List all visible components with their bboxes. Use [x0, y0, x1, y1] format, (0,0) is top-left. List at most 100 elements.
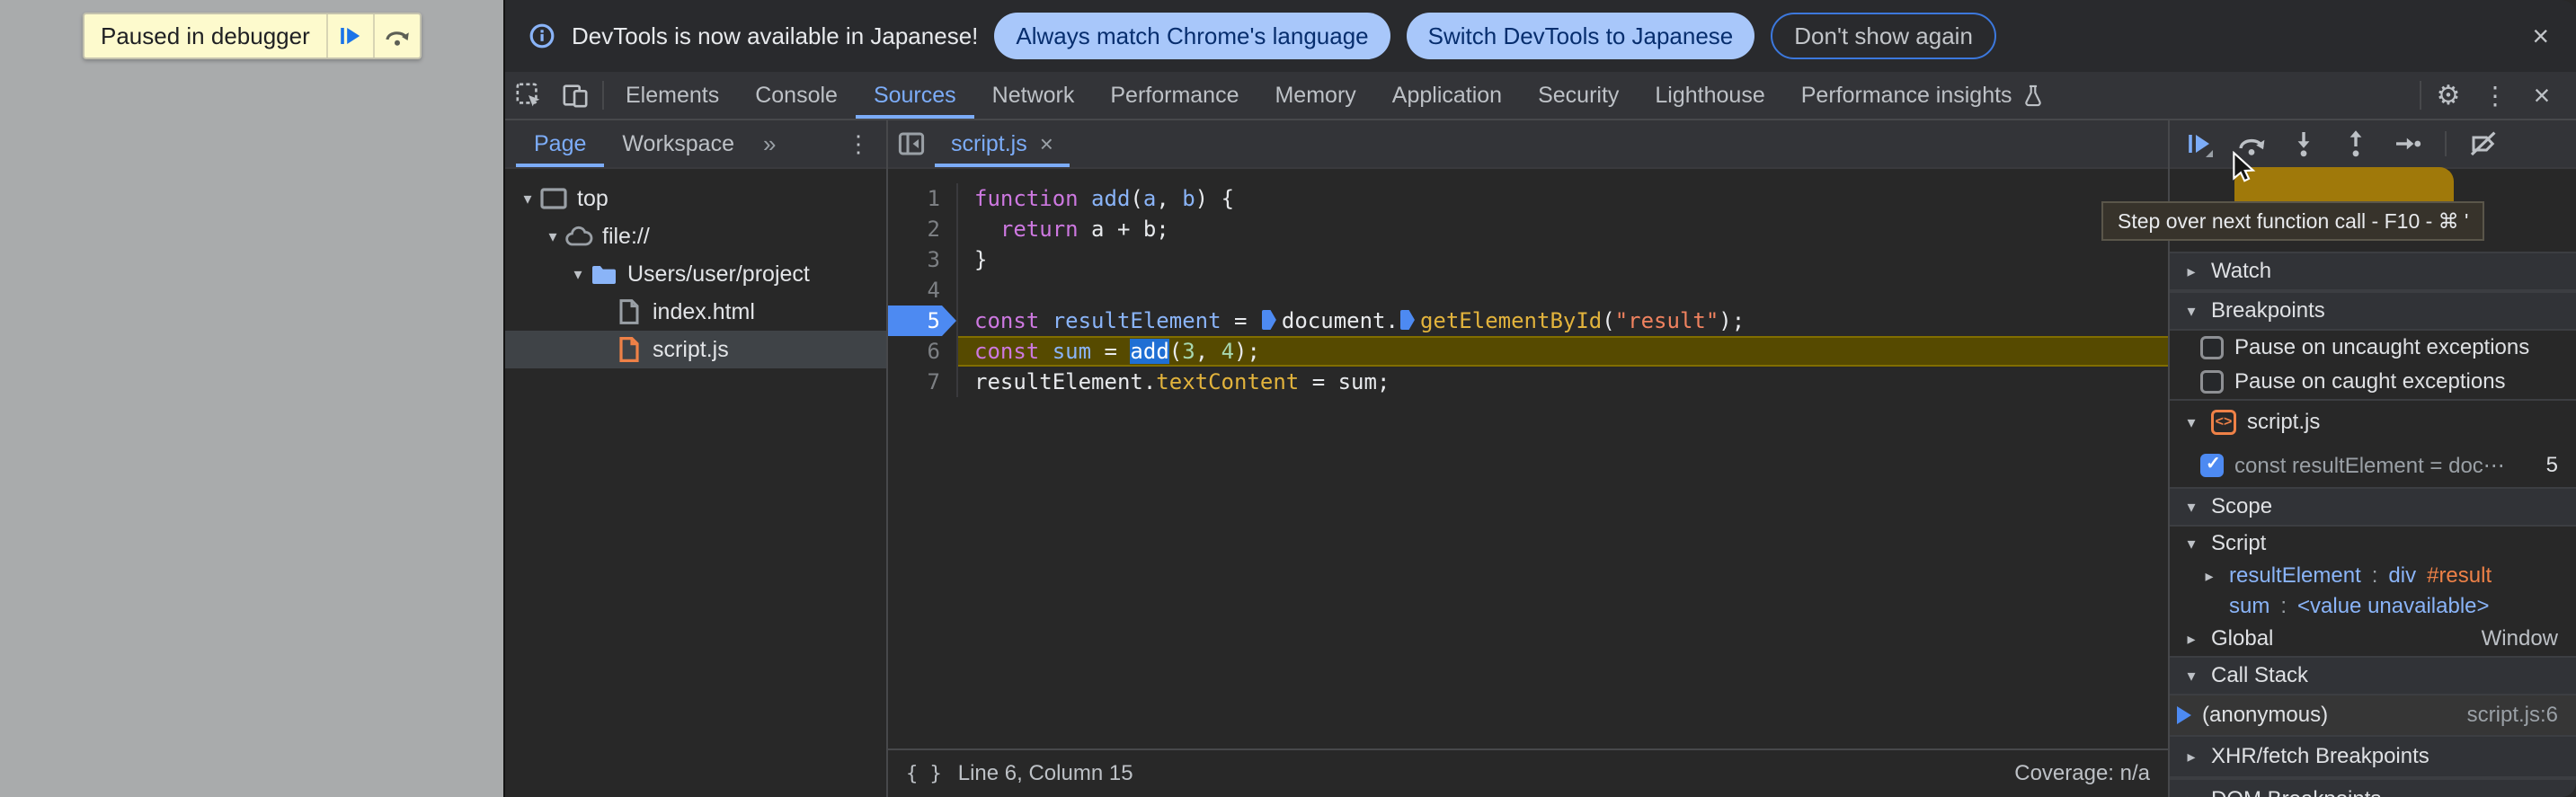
- code-line-2[interactable]: 2 return a + b;: [888, 214, 2168, 244]
- tab-security[interactable]: Security: [1520, 72, 1637, 119]
- call-stack-frame[interactable]: (anonymous) script.js:6: [2170, 695, 2576, 735]
- tab-performance-insights[interactable]: Performance insights: [1783, 72, 2063, 119]
- hide-navigator-icon[interactable]: [888, 120, 935, 167]
- close-tab-icon[interactable]: ×: [1040, 130, 1053, 158]
- code-line-3[interactable]: 3}: [888, 244, 2168, 275]
- resume-script-icon[interactable]: [2184, 128, 2215, 159]
- breakpoint-entry[interactable]: const resultElement = doc⋯ 5: [2170, 444, 2576, 487]
- resume-script-button[interactable]: [325, 14, 373, 58]
- pretty-print-icon[interactable]: { }: [906, 763, 942, 785]
- step-out-icon[interactable]: [2341, 128, 2371, 159]
- settings-gear-icon[interactable]: ⚙: [2425, 72, 2472, 119]
- line-number[interactable]: 7: [888, 367, 956, 397]
- editor-tab-script-js[interactable]: script.js ×: [935, 120, 1070, 167]
- line-number[interactable]: 3: [888, 244, 956, 275]
- breakpoint-checkbox[interactable]: [2200, 452, 2224, 477]
- tab-network[interactable]: Network: [974, 72, 1093, 119]
- tab-application[interactable]: Application: [1374, 72, 1520, 119]
- section-dom-breakpoints[interactable]: ▸ DOM Breakpoints: [2170, 778, 2576, 797]
- file-tree: ▾ top ▾ file:// ▾ Users/user/project index.htm…: [505, 169, 886, 368]
- breakpoint-marker[interactable]: 5: [888, 306, 956, 336]
- devtools-main-toolbar: Elements Console Sources Network Performance…: [505, 72, 2576, 120]
- tab-performance[interactable]: Performance: [1092, 72, 1257, 119]
- tree-item-index-html[interactable]: index.html: [505, 293, 886, 331]
- chevron-down-icon: ▾: [2187, 534, 2196, 553]
- scope-var-resultelement[interactable]: ▸ resultElement: div #result: [2170, 561, 2576, 591]
- section-breakpoints[interactable]: ▾ Breakpoints: [2170, 291, 2576, 331]
- breakpoint-file-group[interactable]: ▾ <> script.js: [2170, 401, 2576, 444]
- chevron-down-icon[interactable]: ▾: [516, 190, 539, 208]
- tab-page[interactable]: Page: [516, 120, 604, 167]
- chevron-right-icon: ▸: [2205, 566, 2214, 585]
- close-devtools-icon[interactable]: ×: [2518, 72, 2565, 119]
- code-token: return: [999, 217, 1079, 242]
- chevron-down-icon[interactable]: ▾: [566, 265, 590, 284]
- code-token: textContent: [1156, 369, 1300, 394]
- step-into-icon[interactable]: [2288, 128, 2319, 159]
- tab-lighthouse[interactable]: Lighthouse: [1637, 72, 1782, 119]
- line-number[interactable]: 1: [888, 183, 956, 214]
- script-file-icon: <>: [2211, 410, 2236, 435]
- section-label: Call Stack: [2211, 663, 2309, 687]
- breakpoint-snippet: const resultElement = doc⋯: [2234, 453, 2505, 478]
- tree-item-top[interactable]: ▾ top: [505, 180, 886, 217]
- scope-var-sum[interactable]: sum: <value unavailable>: [2170, 591, 2576, 622]
- tree-item-users-user-project[interactable]: ▾ Users/user/project: [505, 255, 886, 293]
- tab-workspace[interactable]: Workspace: [604, 120, 752, 167]
- section-label: Scope: [2211, 494, 2273, 518]
- line-number[interactable]: 2: [888, 214, 956, 244]
- sources-panel: Page Workspace » ⋮ ▾ top ▾ file:// ▾ Users/us…: [505, 120, 2576, 797]
- step-over-icon: [385, 24, 410, 48]
- tree-item-script-js[interactable]: script.js: [505, 331, 886, 368]
- var-value: <value unavailable>: [2297, 594, 2490, 618]
- code-line-4[interactable]: 4: [888, 275, 2168, 306]
- more-options-icon[interactable]: ⋮: [2472, 72, 2518, 119]
- line-number[interactable]: 4: [888, 275, 956, 306]
- checkbox-caught[interactable]: [2200, 370, 2224, 394]
- more-tabs-icon[interactable]: »: [752, 120, 786, 167]
- code-line-7[interactable]: 7 resultElement.textContent = sum;: [888, 367, 2168, 397]
- language-infobar: DevTools is now available in Japanese! A…: [505, 0, 2576, 72]
- scope-global-group[interactable]: ▸ Global Window: [2170, 622, 2576, 656]
- chevron-down-icon[interactable]: ▾: [541, 227, 564, 246]
- inspect-element-icon[interactable]: [505, 72, 552, 119]
- coverage-status: Coverage: n/a: [2014, 761, 2150, 785]
- chevron-down-icon: ▾: [2187, 412, 2196, 431]
- tab-sources[interactable]: Sources: [856, 72, 974, 119]
- code-token: (: [1130, 186, 1143, 211]
- tree-item-file-[interactable]: ▾ file://: [505, 217, 886, 255]
- navigator-tabs: Page Workspace » ⋮: [505, 120, 886, 169]
- code-line-5[interactable]: 5 const resultElement = document. getEleme…: [888, 306, 2168, 336]
- checkbox-uncaught[interactable]: [2200, 336, 2224, 359]
- section-watch[interactable]: ▸ Watch: [2170, 252, 2576, 291]
- switch-to-japanese-button[interactable]: Switch DevTools to Japanese: [1406, 13, 1755, 59]
- line-number[interactable]: 6: [888, 336, 956, 367]
- code-line-1[interactable]: 1 function add(a, b) {: [888, 183, 2168, 214]
- tab-elements[interactable]: Elements: [608, 72, 737, 119]
- tab-label: Network: [991, 82, 1075, 108]
- scope-script-group[interactable]: ▾ Script: [2170, 527, 2576, 561]
- tab-memory[interactable]: Memory: [1257, 72, 1373, 119]
- section-call-stack[interactable]: ▾ Call Stack: [2170, 656, 2576, 695]
- navigator-menu-icon[interactable]: ⋮: [831, 120, 886, 167]
- toolbar-divider: [602, 81, 604, 110]
- tab-label: Memory: [1275, 82, 1356, 108]
- code-editor[interactable]: 1 function add(a, b) {2 return a + b; 3} 4 5…: [888, 169, 2168, 748]
- code-line-6[interactable]: 6 const sum = add(3, 4);: [888, 336, 2168, 367]
- tab-console[interactable]: Console: [737, 72, 856, 119]
- selected-token: add: [1130, 339, 1169, 364]
- code-token: =: [1091, 339, 1131, 364]
- inline-breakpoint-candidate-icon[interactable]: [1399, 310, 1415, 330]
- deactivate-breakpoints-icon[interactable]: [2468, 128, 2499, 159]
- tab-label: Performance insights: [1800, 82, 2012, 108]
- device-toolbar-icon[interactable]: [552, 72, 599, 119]
- section-xhr-breakpoints[interactable]: ▸ XHR/fetch Breakpoints: [2170, 735, 2576, 778]
- toolbar-divider: [2420, 81, 2421, 110]
- dont-show-again-button[interactable]: Don't show again: [1771, 13, 1996, 59]
- step-icon[interactable]: [2393, 128, 2423, 159]
- always-match-language-button[interactable]: Always match Chrome's language: [994, 13, 1390, 59]
- inline-breakpoint-candidate-icon[interactable]: [1261, 310, 1276, 330]
- infobar-close-icon[interactable]: ×: [2532, 22, 2549, 50]
- step-over-banner-button[interactable]: [372, 14, 420, 58]
- section-scope[interactable]: ▾ Scope: [2170, 487, 2576, 527]
